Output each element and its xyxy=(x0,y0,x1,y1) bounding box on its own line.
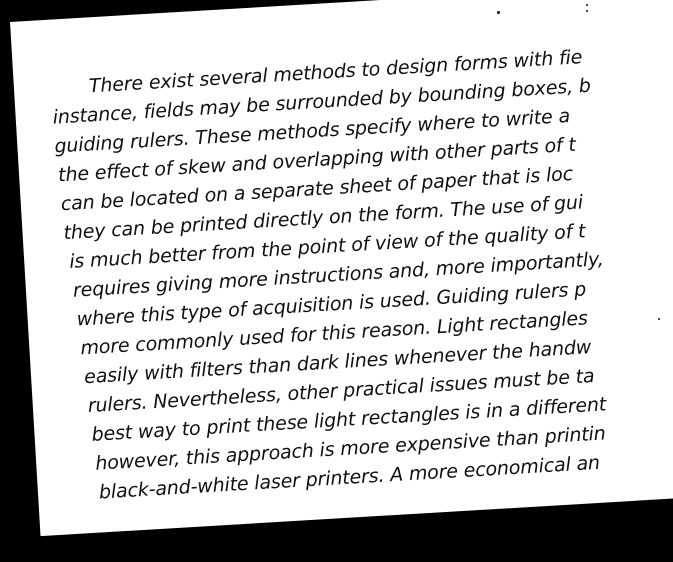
scanned-page-image: There exist several methods to design fo… xyxy=(0,0,673,562)
scan-speck xyxy=(658,318,660,320)
scan-speck xyxy=(586,10,588,12)
scan-speck xyxy=(497,11,500,14)
paper-sheet: There exist several methods to design fo… xyxy=(10,0,673,537)
scan-speck xyxy=(586,4,588,6)
scan-speck xyxy=(246,527,248,529)
